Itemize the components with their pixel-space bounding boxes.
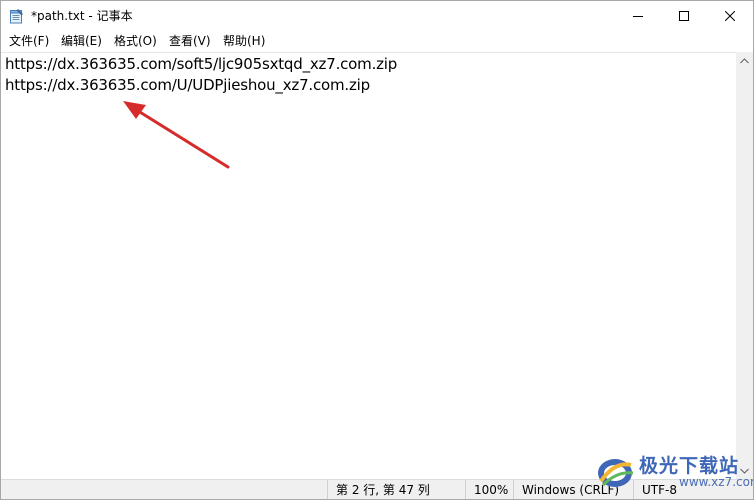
aurora-logo-icon xyxy=(598,459,634,487)
menu-view[interactable]: 查看(V) xyxy=(169,33,211,50)
text-editor[interactable]: https://dx.363635.com/soft5/ljc905sxtqd_… xyxy=(1,52,736,480)
watermark-brand: 极光下载站 xyxy=(639,455,740,477)
minimize-icon xyxy=(633,16,643,17)
watermark-logo: 极光下载站 www.xz7.com xyxy=(593,451,753,491)
menu-edit[interactable]: 编辑(E) xyxy=(61,33,102,50)
cursor-position: 第 2 行, 第 47 列 xyxy=(327,480,465,499)
maximize-button[interactable] xyxy=(661,1,707,31)
close-button[interactable] xyxy=(707,1,753,31)
title-bar[interactable]: *path.txt - 记事本 xyxy=(1,1,753,31)
menu-format[interactable]: 格式(O) xyxy=(114,33,157,50)
watermark-url: www.xz7.com xyxy=(679,475,754,489)
window-title: *path.txt - 记事本 xyxy=(31,9,133,23)
notepad-window: *path.txt - 记事本 文件(F) 编辑(E) 格式(O) 查看(V) … xyxy=(0,0,754,500)
text-line[interactable]: https://dx.363635.com/soft5/ljc905sxtqd_… xyxy=(5,54,397,75)
zoom-level: 100% xyxy=(465,480,513,499)
maximize-icon xyxy=(679,11,689,21)
scroll-up-button[interactable] xyxy=(736,52,753,69)
menu-help[interactable]: 帮助(H) xyxy=(223,33,265,50)
menu-bar: 文件(F) 编辑(E) 格式(O) 查看(V) 帮助(H) xyxy=(1,31,753,52)
minimize-button[interactable] xyxy=(615,1,661,31)
close-icon xyxy=(725,11,735,21)
text-line[interactable]: https://dx.363635.com/U/UDPjieshou_xz7.c… xyxy=(5,75,370,96)
menu-file[interactable]: 文件(F) xyxy=(9,33,49,50)
notepad-icon xyxy=(9,8,24,24)
vertical-scrollbar[interactable] xyxy=(736,52,753,479)
chevron-up-icon xyxy=(740,57,749,63)
